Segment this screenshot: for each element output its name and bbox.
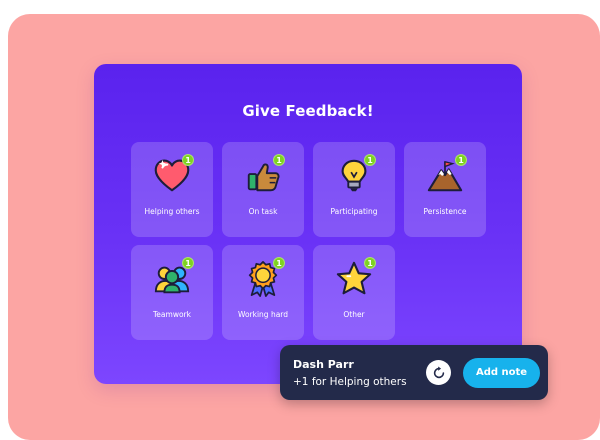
lightbulb-icon bbox=[313, 154, 395, 198]
tile-other[interactable]: 1 Other bbox=[313, 245, 395, 340]
undo-icon bbox=[433, 365, 444, 378]
tile-working-hard[interactable]: 1 Working hard bbox=[222, 245, 304, 340]
undo-button[interactable] bbox=[426, 360, 451, 385]
tile-participating[interactable]: 1 Participating bbox=[313, 142, 395, 237]
student-name: Dash Parr bbox=[293, 358, 354, 371]
thumbs-up-icon bbox=[222, 154, 304, 198]
count-badge: 1 bbox=[364, 154, 376, 166]
count-badge: 1 bbox=[364, 257, 376, 269]
feedback-toast: Dash Parr +1 for Helping others Add note bbox=[280, 345, 548, 400]
tile-on-task[interactable]: 1 On task bbox=[222, 142, 304, 237]
tile-label: Teamwork bbox=[153, 310, 191, 319]
teamwork-icon bbox=[131, 257, 213, 301]
count-badge: 1 bbox=[273, 257, 285, 269]
tile-label: On task bbox=[248, 207, 278, 216]
tile-teamwork[interactable]: 1 Teamwork bbox=[131, 245, 213, 340]
tile-label: Helping others bbox=[144, 207, 200, 216]
count-badge: 1 bbox=[182, 154, 194, 166]
tile-helping-others[interactable]: 1 Helping others bbox=[131, 142, 213, 237]
count-badge: 1 bbox=[455, 154, 467, 166]
panel-title: Give Feedback! bbox=[242, 102, 374, 120]
count-badge: 1 bbox=[182, 257, 194, 269]
medal-icon bbox=[222, 257, 304, 301]
count-badge: 1 bbox=[273, 154, 285, 166]
tile-label: Participating bbox=[330, 207, 378, 216]
tile-persistence[interactable]: 1 Persistence bbox=[404, 142, 486, 237]
tile-label: Working hard bbox=[237, 310, 289, 319]
mountain-flag-icon bbox=[404, 154, 486, 198]
feedback-panel: Give Feedback! 1 Helping others 1 On tas… bbox=[94, 64, 522, 384]
tile-label: Other bbox=[343, 310, 365, 319]
feedback-message: +1 for Helping others bbox=[293, 376, 407, 388]
tile-label: Persistence bbox=[423, 207, 467, 216]
add-note-button[interactable]: Add note bbox=[463, 358, 540, 388]
heart-icon bbox=[131, 154, 213, 198]
star-icon bbox=[313, 257, 395, 301]
